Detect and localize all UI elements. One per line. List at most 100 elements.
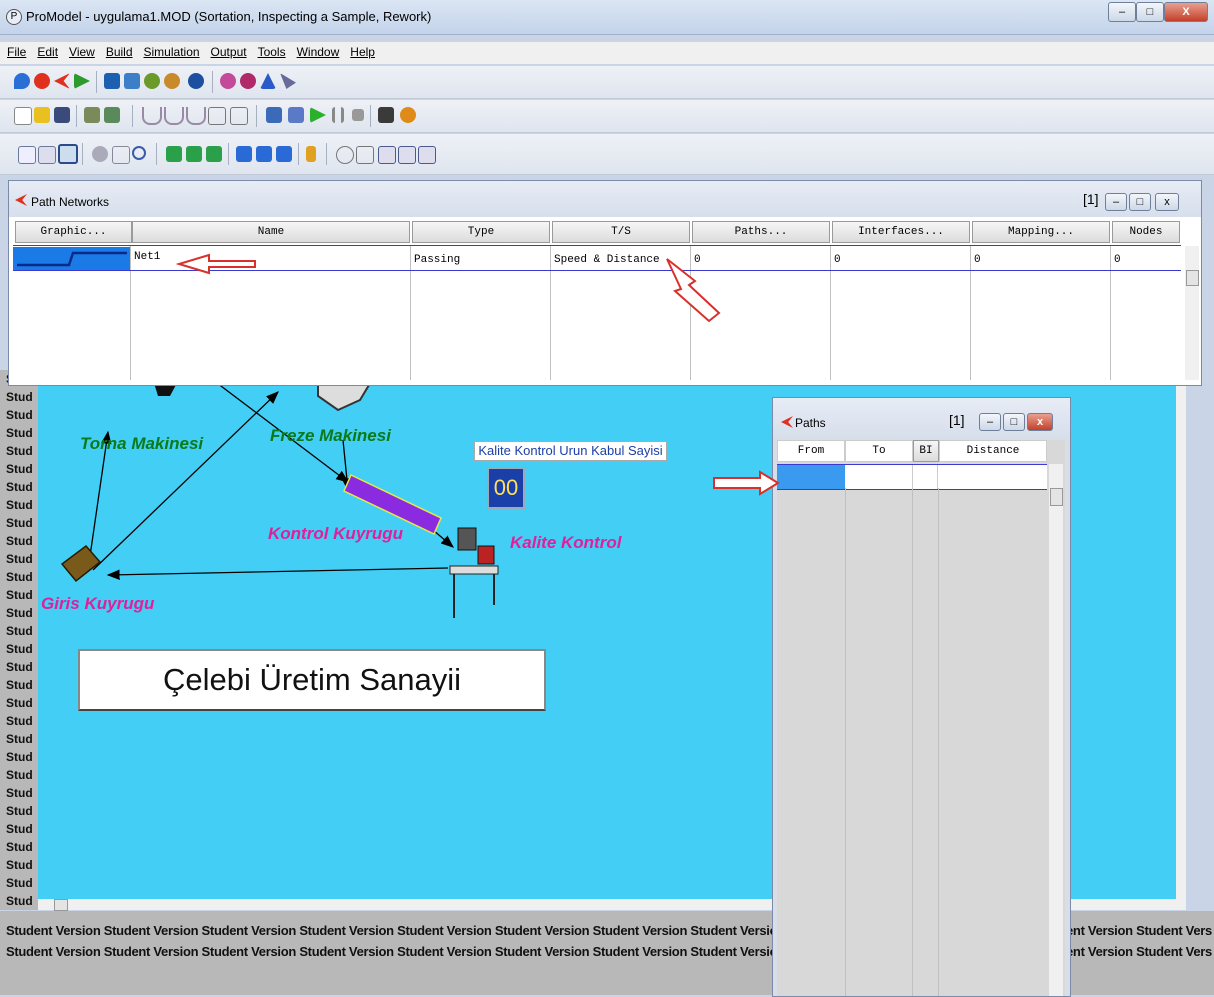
open-icon[interactable] — [34, 107, 50, 123]
minimize-button[interactable]: – — [1108, 2, 1136, 22]
export-icon[interactable] — [378, 146, 396, 164]
paths-col-to[interactable]: To — [845, 440, 913, 462]
network-nodes-cell[interactable]: 0 — [1114, 253, 1121, 267]
col-nodes[interactable]: Nodes — [1112, 221, 1180, 243]
pn-close-button[interactable]: x — [1155, 193, 1179, 211]
pn-vertical-scrollbar[interactable] — [1185, 246, 1199, 380]
layout-icon[interactable] — [260, 73, 276, 89]
col-graphic[interactable]: Graphic... — [15, 221, 132, 243]
background-icon[interactable] — [240, 73, 256, 89]
col-paths[interactable]: Paths... — [692, 221, 830, 243]
menu-build[interactable]: Build — [99, 42, 137, 59]
network-paths-cell[interactable]: 0 — [694, 253, 701, 267]
standard-toolbar — [0, 100, 1214, 133]
menu-simulation[interactable]: Simulation — [137, 42, 204, 59]
menu-edit[interactable]: Edit — [30, 42, 62, 59]
paths-from-cell[interactable] — [777, 465, 845, 489]
paths-icon — [781, 416, 793, 428]
calendar-icon[interactable] — [418, 146, 436, 164]
watermark-text: Stud — [6, 588, 33, 602]
attributes-icon[interactable] — [164, 73, 180, 89]
paths-col-bi[interactable]: BI — [913, 440, 939, 462]
toggle-v-icon[interactable] — [186, 146, 202, 162]
network-type-cell[interactable]: Passing — [414, 253, 460, 267]
output-icon[interactable] — [378, 107, 394, 123]
menu-output[interactable]: Output — [204, 42, 251, 59]
paths-vertical-scrollbar[interactable] — [1049, 464, 1063, 996]
new-file-icon[interactable] — [14, 107, 32, 125]
shifts-icon[interactable] — [144, 73, 160, 89]
paths-scroll-thumb[interactable] — [1050, 488, 1063, 506]
table-icon[interactable] — [356, 146, 374, 164]
pn-maximize-button[interactable]: □ — [1129, 193, 1151, 211]
toggle-u-icon[interactable] — [276, 146, 292, 162]
stop-icon[interactable] — [352, 109, 364, 121]
paths-col-from[interactable]: From — [777, 440, 845, 462]
info-icon[interactable] — [188, 73, 204, 89]
layout-grid-icon[interactable] — [18, 146, 36, 164]
col-mapping[interactable]: Mapping... — [972, 221, 1110, 243]
import-icon[interactable] — [398, 146, 416, 164]
toggle-m-icon[interactable] — [236, 146, 252, 162]
maximize-button[interactable]: □ — [1136, 2, 1164, 22]
run-icon[interactable] — [310, 107, 326, 123]
paths-edit-row[interactable] — [777, 464, 1047, 490]
scenarios-icon[interactable] — [288, 107, 304, 123]
col-type[interactable]: Type — [412, 221, 550, 243]
chart-icon[interactable] — [230, 107, 248, 125]
run-options-icon[interactable] — [266, 107, 282, 123]
menu-window[interactable]: Window — [290, 42, 344, 59]
probe-icon[interactable] — [142, 107, 162, 125]
pause-icon[interactable] — [332, 107, 344, 123]
network-name-cell[interactable]: Net1 — [134, 250, 160, 264]
zoom-fit-icon[interactable] — [92, 146, 108, 162]
arrivals-icon[interactable] — [124, 73, 140, 89]
network-graphic-cell[interactable] — [13, 247, 130, 270]
close-button[interactable]: X — [1164, 2, 1208, 22]
toggle-y-icon[interactable] — [206, 146, 222, 162]
toggle-a-icon[interactable] — [166, 146, 182, 162]
pointer-icon[interactable] — [280, 73, 296, 89]
battery-icon[interactable] — [306, 146, 316, 162]
path-networks-icon[interactable] — [54, 73, 70, 89]
paths-close-button[interactable]: x — [1027, 413, 1053, 431]
edit-table-icon[interactable] — [208, 107, 226, 125]
probe3-icon[interactable] — [186, 107, 206, 125]
path-network-icon — [15, 194, 27, 206]
probe2-icon[interactable] — [164, 107, 184, 125]
pn-scroll-thumb[interactable] — [1186, 270, 1199, 286]
menu-help[interactable]: Help — [343, 42, 379, 59]
processing-icon[interactable] — [104, 73, 120, 89]
resources-icon[interactable] — [74, 73, 90, 89]
routing-icon[interactable] — [38, 146, 56, 164]
network-interfaces-cell[interactable]: 0 — [834, 253, 841, 267]
view-text-icon[interactable] — [104, 107, 120, 123]
scrollbar-thumb[interactable] — [54, 899, 68, 911]
watermark-line-right: ent Version Student Vers — [1066, 923, 1212, 938]
vertical-scrollbar[interactable] — [1176, 370, 1186, 899]
edit-mode-icon[interactable] — [58, 144, 78, 164]
entities-icon[interactable] — [34, 73, 50, 89]
menu-tools[interactable]: Tools — [251, 42, 290, 59]
paths-maximize-button[interactable]: □ — [1003, 413, 1025, 431]
save-icon[interactable] — [54, 107, 70, 123]
zoom-window-icon[interactable] — [112, 146, 130, 164]
locations-icon[interactable] — [14, 73, 30, 89]
paths-minimize-button[interactable]: – — [979, 413, 1001, 431]
graphics-icon[interactable] — [220, 73, 236, 89]
watermark-text: Stud — [6, 426, 33, 440]
col-ts[interactable]: T/S — [552, 221, 690, 243]
merge-icon[interactable] — [84, 107, 100, 123]
properties-icon[interactable] — [336, 146, 354, 164]
zoom-icon[interactable] — [132, 146, 146, 160]
network-ts-cell[interactable]: Speed & Distance — [554, 253, 660, 267]
menu-view[interactable]: View — [62, 42, 99, 59]
col-interfaces[interactable]: Interfaces... — [832, 221, 970, 243]
stat-fit-icon[interactable] — [400, 107, 416, 123]
network-mapping-cell[interactable]: 0 — [974, 253, 981, 267]
paths-col-distance[interactable]: Distance — [939, 440, 1047, 462]
col-name[interactable]: Name — [132, 221, 410, 243]
pn-minimize-button[interactable]: – — [1105, 193, 1127, 211]
menu-file[interactable]: File — [0, 42, 30, 59]
toggle-s-icon[interactable] — [256, 146, 272, 162]
